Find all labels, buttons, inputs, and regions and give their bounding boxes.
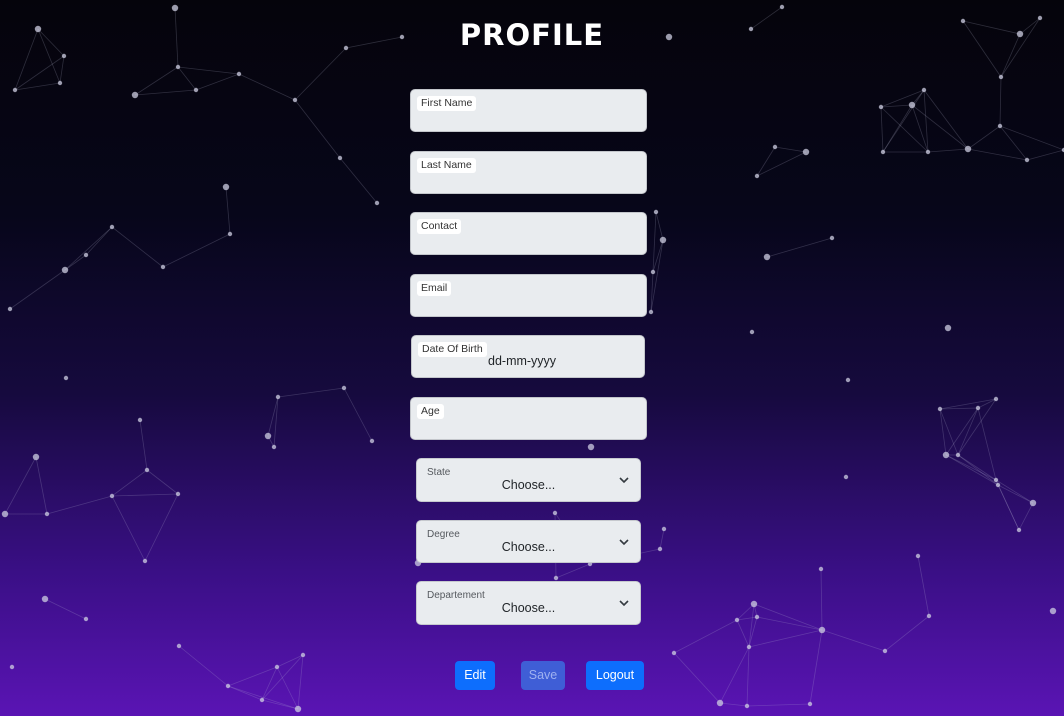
first-name-label: First Name [417, 96, 477, 111]
first-name-field[interactable]: First Name [410, 89, 647, 132]
contact-field[interactable]: Contact [410, 212, 647, 255]
last-name-field[interactable]: Last Name [410, 151, 647, 194]
degree-value: Choose... [501, 540, 556, 554]
email-field[interactable]: Email [410, 274, 647, 317]
state-label: State [427, 467, 451, 478]
email-label: Email [417, 281, 452, 296]
date-of-birth-value: dd-mm-yyyy [488, 354, 557, 368]
date-of-birth-field[interactable]: Date Of Birth dd-mm-yyyy [411, 335, 645, 378]
date-of-birth-label: Date Of Birth [418, 342, 487, 357]
age-field[interactable]: Age [410, 397, 647, 440]
degree-select[interactable]: Degree Choose... [416, 520, 641, 563]
state-value: Choose... [501, 478, 556, 492]
logout-button[interactable]: Logout [586, 661, 644, 690]
chevron-down-icon [619, 477, 629, 484]
chevron-down-icon [619, 539, 629, 546]
last-name-label: Last Name [417, 158, 476, 173]
degree-label: Degree [427, 529, 460, 540]
age-label: Age [417, 404, 444, 419]
edit-button[interactable]: Edit [455, 661, 495, 690]
save-button[interactable]: Save [521, 661, 565, 690]
chevron-down-icon [619, 600, 629, 607]
page-title: PROFILE [459, 18, 605, 52]
departement-label: Departement [427, 590, 485, 601]
departement-value: Choose... [501, 601, 556, 615]
state-select[interactable]: State Choose... [416, 458, 641, 502]
contact-label: Contact [417, 219, 462, 234]
departement-select[interactable]: Departement Choose... [416, 581, 641, 625]
